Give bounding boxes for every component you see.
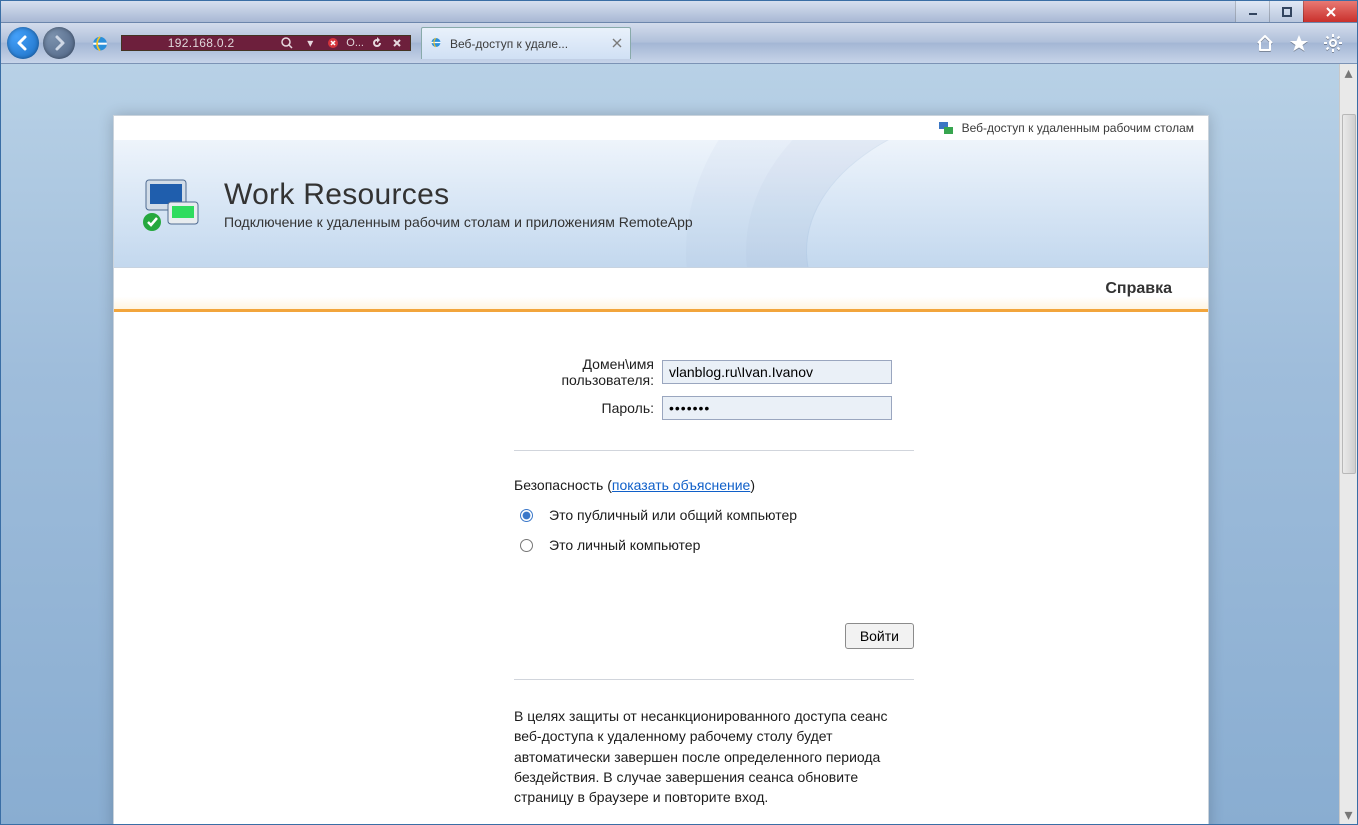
login-form: Домен\имя пользователя: Пароль: — [514, 356, 980, 420]
banner-title: Work Resources — [224, 178, 693, 212]
password-input[interactable] — [662, 396, 892, 420]
banner-subtitle: Подключение к удаленным рабочим столам и… — [224, 214, 693, 230]
address-bar[interactable]: 192.168.0.2 ▾ О... — [121, 35, 411, 51]
window-close-button[interactable] — [1303, 1, 1357, 22]
page-banner: Work Resources Подключение к удаленным р… — [114, 140, 1208, 268]
cert-error-icon[interactable] — [326, 36, 340, 50]
rdweb-small-icon — [938, 120, 954, 136]
radio-private-label: Это личный компьютер — [549, 537, 700, 553]
window-controls — [1235, 1, 1357, 22]
tab-favicon-icon — [428, 34, 444, 53]
radio-private-row[interactable]: Это личный компьютер — [514, 537, 1172, 553]
window-maximize-button[interactable] — [1269, 1, 1303, 22]
radio-private[interactable] — [520, 539, 533, 552]
password-label: Пароль: — [514, 400, 662, 416]
browser-viewport: Веб-доступ к удаленным рабочим столам Wo… — [1, 64, 1357, 824]
scroll-thumb[interactable] — [1342, 114, 1356, 474]
submit-button[interactable]: Войти — [845, 623, 914, 649]
dropdown-icon[interactable]: ▾ — [300, 36, 320, 50]
security-label: Безопасность — [514, 477, 603, 493]
login-content: Домен\имя пользователя: Пароль: Безопасн… — [114, 312, 1208, 807]
ie-logo-icon — [89, 32, 111, 54]
browser-toolbar: 192.168.0.2 ▾ О... — [1, 23, 1357, 64]
radio-public-row[interactable]: Это публичный или общий компьютер — [514, 507, 1172, 523]
toolbar-right-icons — [1255, 33, 1351, 53]
scroll-up-button[interactable]: ▴ — [1340, 64, 1357, 82]
browser-window: 192.168.0.2 ▾ О... — [0, 0, 1358, 825]
search-icon[interactable] — [280, 36, 294, 50]
username-input[interactable] — [662, 360, 892, 384]
tab-title: Веб-доступ к удале... — [450, 37, 568, 51]
banner-text: Work Resources Подключение к удаленным р… — [224, 178, 693, 230]
help-strip: Справка — [114, 268, 1208, 312]
work-resources-icon — [142, 172, 206, 236]
radio-public-label: Это публичный или общий компьютер — [549, 507, 797, 523]
nav-back-button[interactable] — [7, 27, 39, 59]
favorites-icon[interactable] — [1289, 33, 1309, 53]
viewport-scrollbar[interactable]: ▴ ▾ — [1339, 64, 1357, 824]
security-explain-link[interactable]: показать объяснение — [612, 477, 750, 493]
rdweb-page: Веб-доступ к удаленным рабочим столам Wo… — [113, 115, 1209, 824]
scroll-down-button[interactable]: ▾ — [1340, 806, 1357, 824]
window-title-bar — [1, 1, 1357, 23]
home-icon[interactable] — [1255, 33, 1275, 53]
address-status-text: О... — [346, 37, 364, 49]
browser-tab-active[interactable]: Веб-доступ к удале... — [421, 27, 631, 59]
security-section: Безопасность (показать объяснение) Это п… — [514, 477, 1172, 553]
window-minimize-button[interactable] — [1235, 1, 1269, 22]
form-divider-1 — [514, 450, 914, 451]
disclaimer-text: В целях защиты от несанкционированного д… — [514, 706, 914, 807]
refresh-icon[interactable] — [370, 36, 384, 50]
submit-row: Войти — [514, 623, 914, 649]
settings-icon[interactable] — [1323, 33, 1343, 53]
form-divider-2 — [514, 679, 914, 680]
radio-public[interactable] — [520, 509, 533, 522]
stop-icon[interactable] — [390, 36, 404, 50]
help-link[interactable]: Справка — [1105, 280, 1172, 298]
nav-forward-button[interactable] — [43, 27, 75, 59]
address-url-text: 192.168.0.2 — [128, 36, 274, 50]
tab-close-button[interactable] — [610, 36, 624, 50]
page-header-title: Веб-доступ к удаленным рабочим столам — [962, 121, 1194, 135]
username-label: Домен\имя пользователя: — [514, 356, 662, 388]
page-header-strip: Веб-доступ к удаленным рабочим столам — [114, 116, 1208, 140]
